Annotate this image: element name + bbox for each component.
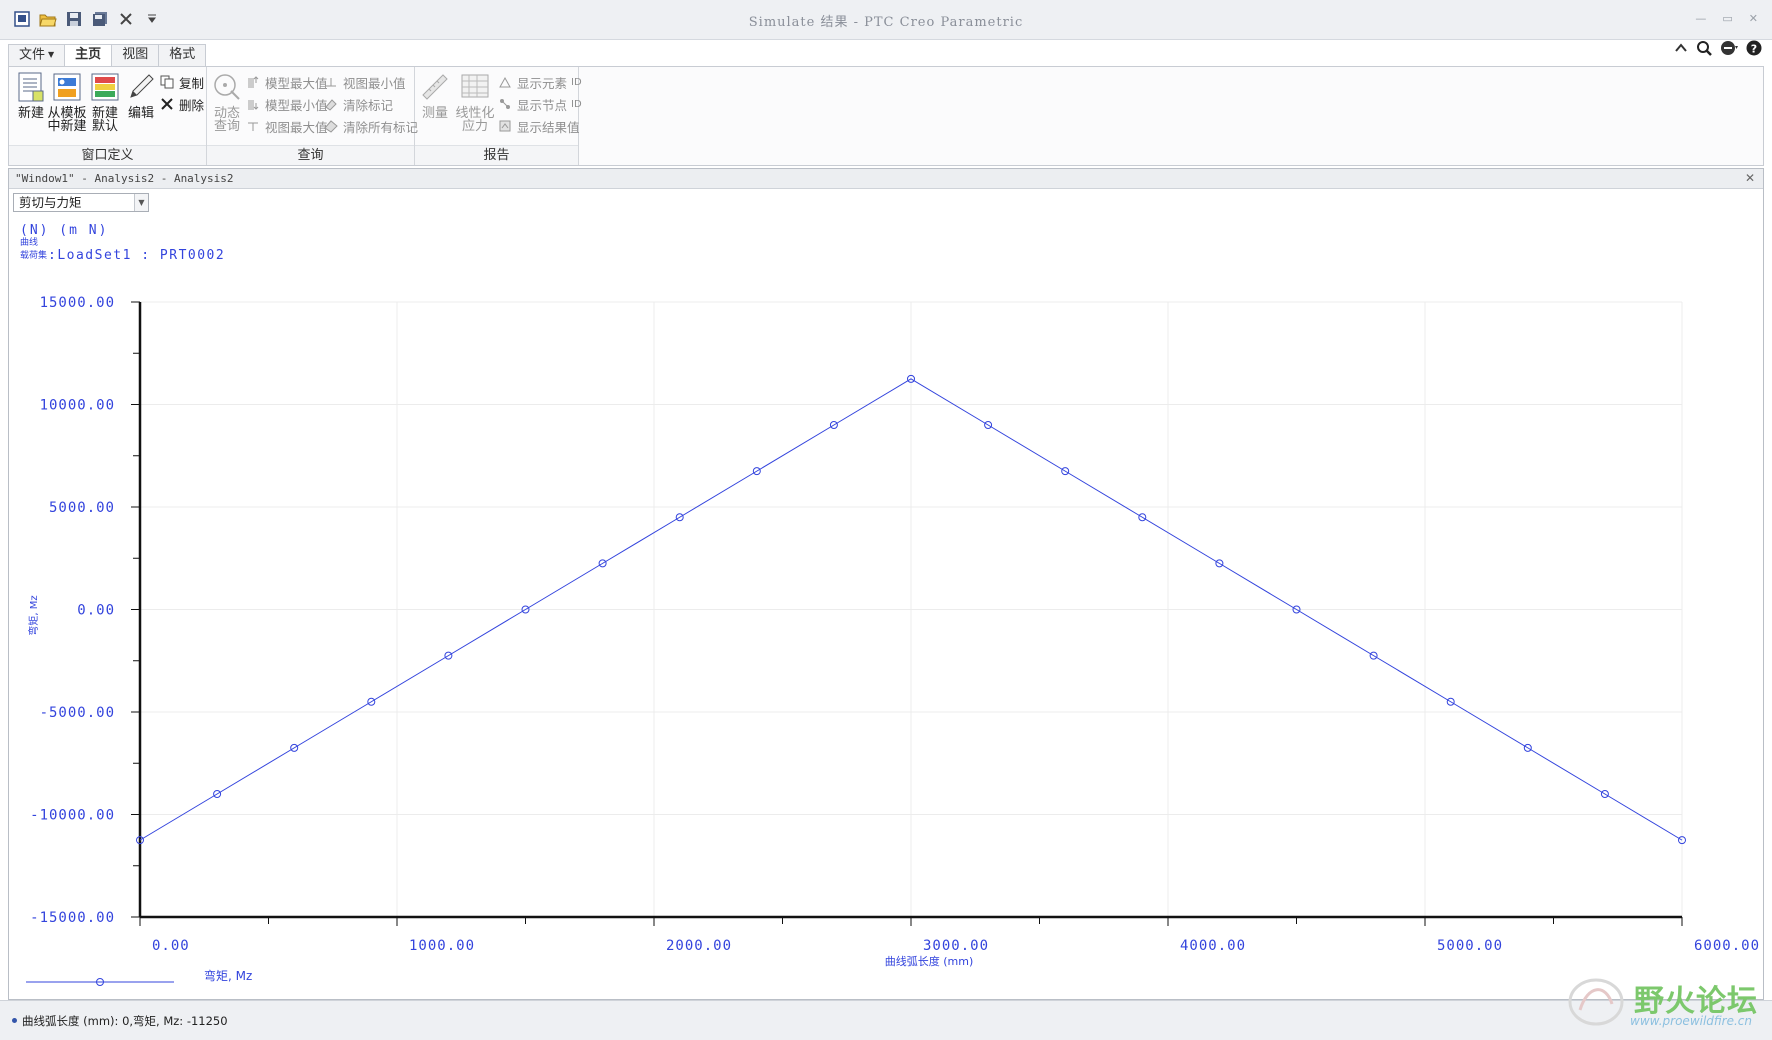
x-tick-label: 0.00 [152,938,190,954]
x-tick-label: 6000.00 [1694,938,1760,954]
x-axis-title: 曲线弧长度 (mm) [885,954,974,968]
legend-label: 弯矩, Mz [204,968,252,983]
chart-labels: 0.00 1000.00 2000.00 3000.00 4000.00 5000.00 6… [20,223,1760,986]
status-bar: 曲线弧长度 (mm): 0,弯矩, Mz: -11250 [0,1000,1772,1040]
y-tick-label: -10000.00 [30,808,115,824]
x-tick-label: 5000.00 [1437,938,1503,954]
y-axis-title: 弯矩, Mz [27,595,40,635]
y-tick-label: -15000.00 [30,910,115,926]
watermark-logo-icon [1568,978,1624,1026]
x-tick-label: 2000.00 [666,938,732,954]
loadset-value: :LoadSet1 : PRT0002 [48,248,225,263]
y-tick-label: 0.00 [77,603,115,619]
forum-watermark: 野火论坛 www.proewildfire.cn [1558,968,1758,1032]
y-tick-label: -5000.00 [40,705,115,721]
chart-grid [139,301,1683,918]
moment-chart[interactable]: 0.00 1000.00 2000.00 3000.00 4000.00 5000.00 6… [0,0,1772,1040]
watermark-url: www.proewildfire.cn [1630,1014,1752,1028]
x-tick-label: 3000.00 [923,938,989,954]
y-tick-label: 10000.00 [40,398,115,414]
chart-axes [131,301,1683,926]
units-label: (N) (m N) [20,223,108,238]
y-tick-label: 15000.00 [40,295,115,311]
y-tick-label: 5000.00 [49,500,115,516]
status-text: 曲线弧长度 (mm): 0,弯矩, Mz: -11250 [22,1014,228,1028]
loadset-label: 载荷集 [20,249,47,261]
curve-label: 曲线 [20,236,38,248]
status-indicator-icon [12,1018,17,1023]
x-tick-label: 4000.00 [1180,938,1246,954]
x-tick-label: 1000.00 [409,938,475,954]
